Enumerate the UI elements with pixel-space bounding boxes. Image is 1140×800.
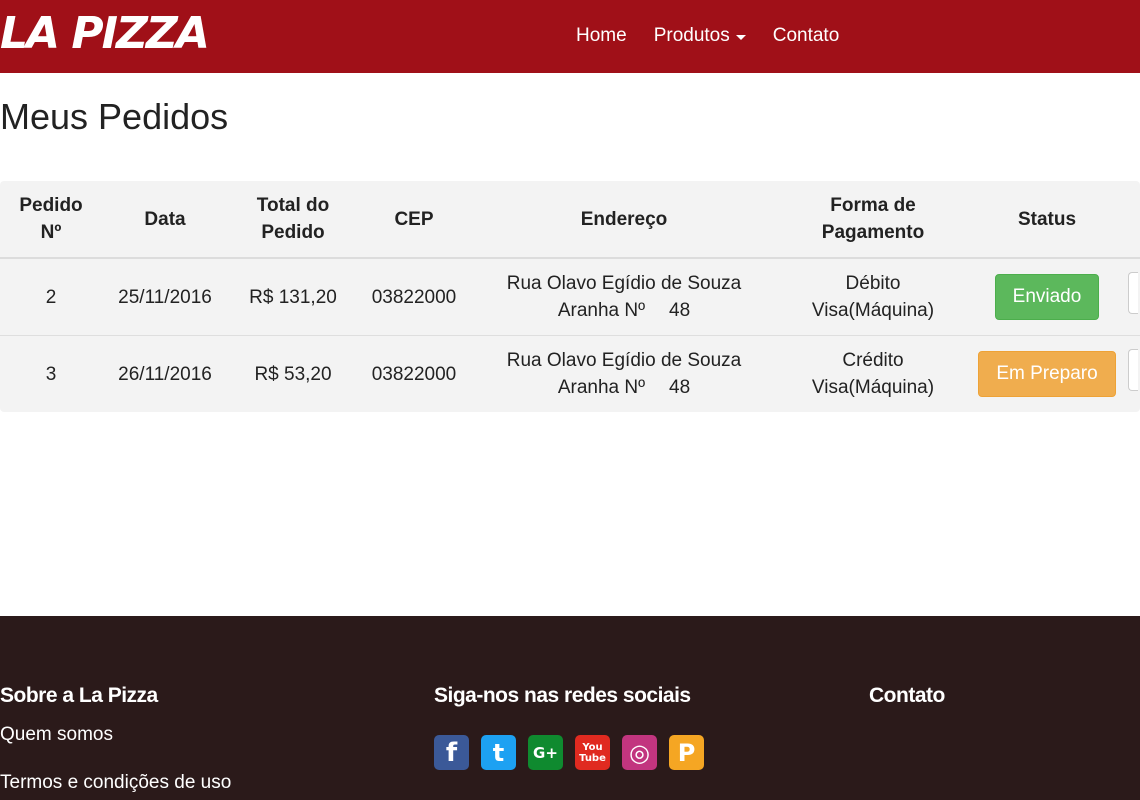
- forma-line2: Visa(Máquina): [811, 300, 935, 321]
- status-em-preparo-button[interactable]: Em Preparo: [978, 351, 1116, 397]
- cell-cep: 03822000: [358, 258, 470, 336]
- cell-total: R$ 131,20: [228, 258, 358, 336]
- footer: Sobre a La Pizza Quem somos Termos e con…: [0, 616, 1140, 800]
- footer-social-heading: Siga-nos nas redes sociais: [434, 684, 691, 707]
- header-forma-line1: Forma de: [830, 195, 916, 216]
- cell-status: Enviado: [968, 258, 1126, 336]
- brand-logo[interactable]: LA PIZZA: [0, 6, 210, 62]
- caret-down-icon: [735, 34, 746, 40]
- cell-total: R$ 53,20: [254, 363, 332, 385]
- main-nav: Home Produtos Contato: [576, 24, 866, 48]
- cell-pedido: 2: [0, 258, 102, 336]
- orders-table: Pedido Nº Data Total do Pedido CEP Endereç…: [0, 181, 1140, 412]
- header-total-line2: Pedido: [261, 222, 325, 243]
- footer-termos-link[interactable]: Termos e condições de uso: [0, 772, 231, 794]
- header-status: Status: [968, 181, 1126, 259]
- youtube-icon[interactable]: You Tube: [575, 735, 610, 770]
- header-total-line1: Total do: [256, 195, 330, 216]
- nav-contato-link[interactable]: Contato: [773, 24, 840, 48]
- cell-data: 26/11/2016: [118, 363, 212, 385]
- facebook-icon[interactable]: f: [434, 735, 469, 770]
- navbar: LA PIZZA Home Produtos Contato: [0, 0, 1140, 73]
- cell-endereco: Rua Olavo Egídio de Souza Aranha Nº 48: [470, 336, 778, 413]
- endereco-line2: Aranha Nº: [557, 377, 646, 398]
- nav-contato-label: Contato: [772, 25, 840, 46]
- header-forma-line2: Pagamento: [821, 222, 925, 243]
- header-forma: Forma de Pagamento: [778, 181, 968, 259]
- cell-extra: [1126, 258, 1140, 336]
- action-button-partial[interactable]: [1128, 349, 1138, 391]
- footer-quem-somos-link[interactable]: Quem somos: [0, 724, 113, 746]
- cell-status: Em Preparo: [968, 336, 1126, 413]
- footer-contato-heading: Contato: [869, 684, 945, 707]
- header-extra: [1126, 181, 1140, 259]
- forma-line2: Visa(Máquina): [811, 377, 935, 398]
- endereco-numero: 48: [669, 300, 691, 321]
- header-total: Total do Pedido: [228, 181, 358, 259]
- page-title: Meus Pedidos: [0, 96, 229, 137]
- nav-produtos-label: Produtos: [653, 25, 730, 46]
- table-header-row: Pedido Nº Data Total do Pedido CEP Endereç…: [0, 181, 1140, 259]
- header-data: Data: [102, 181, 228, 259]
- twitter-icon[interactable]: t: [481, 735, 516, 770]
- endereco-numero: 48: [669, 377, 691, 398]
- action-button-partial[interactable]: [1128, 272, 1138, 314]
- nav-home-label: Home: [576, 25, 627, 46]
- nav-produtos-dropdown[interactable]: Produtos: [654, 24, 746, 48]
- nav-home-link[interactable]: Home: [576, 24, 627, 48]
- footer-sobre-heading: Sobre a La Pizza: [0, 684, 158, 707]
- google-plus-icon[interactable]: G+: [528, 735, 563, 770]
- cell-pedido: 3: [45, 363, 57, 385]
- cell-forma: Crédito Visa(Máquina): [778, 336, 968, 413]
- cell-extra: [1126, 336, 1140, 413]
- social-icons: f t G+ You Tube ◎ P: [434, 735, 716, 770]
- header-cep: CEP: [358, 181, 470, 259]
- endereco-line1: Rua Olavo Egídio de Souza: [506, 350, 742, 371]
- endereco-line2: Aranha Nº: [557, 300, 646, 321]
- cell-forma: Débito Visa(Máquina): [778, 258, 968, 336]
- header-endereco: Endereço: [470, 181, 778, 259]
- endereco-line1: Rua Olavo Egídio de Souza: [506, 273, 742, 294]
- instagram-icon[interactable]: ◎: [622, 735, 657, 770]
- table-row: 2 25/11/2016 R$ 131,20 03822000 Rua Olav…: [0, 258, 1140, 336]
- table-row: 3 26/11/2016 R$ 53,20 03822000 Rua Olavo…: [0, 336, 1140, 413]
- header-pedido-line1: Pedido: [19, 195, 83, 216]
- header-pedido-line2: Nº: [40, 222, 62, 243]
- cell-endereco: Rua Olavo Egídio de Souza Aranha Nº 48: [470, 258, 778, 336]
- header-pedido: Pedido Nº: [0, 181, 102, 259]
- forma-line1: Crédito: [842, 350, 904, 371]
- forma-line1: Débito: [845, 273, 901, 294]
- cell-cep: 03822000: [371, 363, 457, 385]
- cell-data: 25/11/2016: [102, 258, 228, 336]
- pinterest-icon[interactable]: P: [669, 735, 704, 770]
- status-enviado-button[interactable]: Enviado: [994, 274, 1100, 320]
